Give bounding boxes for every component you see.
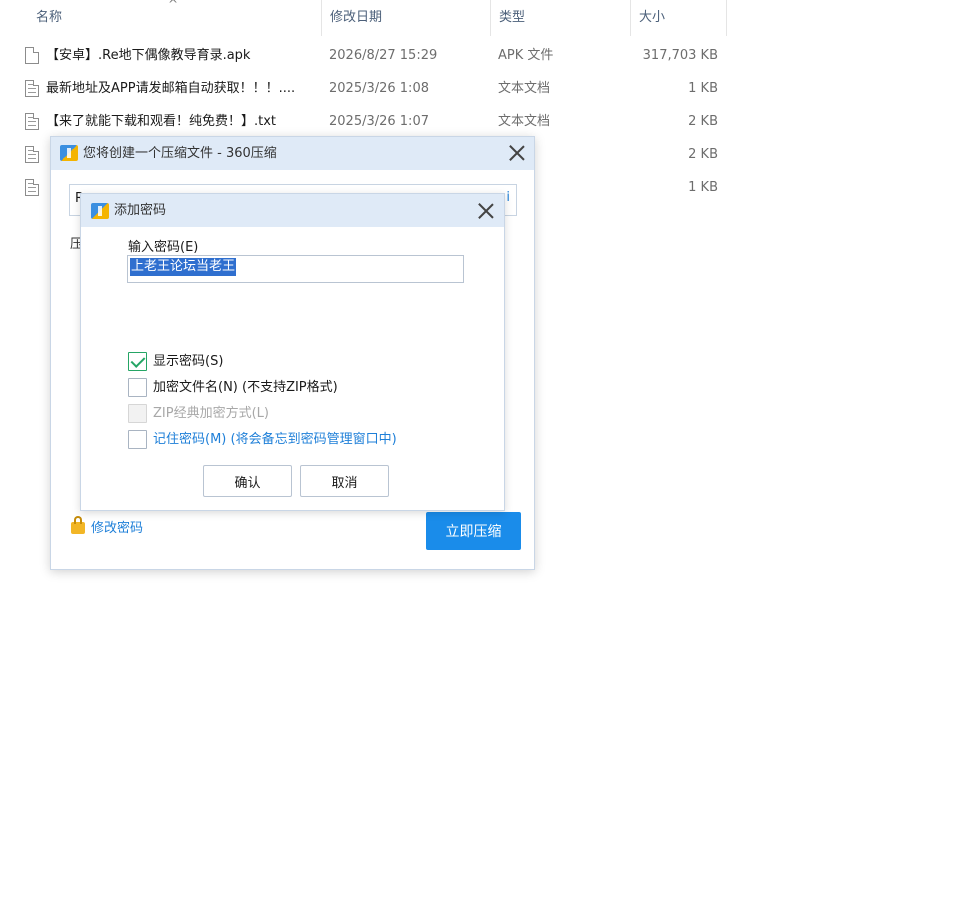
zip-classic-encryption-label: ZIP经典加密方式(L) xyxy=(153,406,269,421)
file-name: 【来了就能下载和观看！纯免费！】.txt xyxy=(46,114,277,129)
file-row[interactable]: 【来了就能下载和观看！纯免费！】.txt 2025/3/26 1:07 文本文档… xyxy=(0,105,728,138)
column-header-name[interactable]: 名称 xyxy=(28,0,322,36)
remember-password-label: 记住密码(M) (将会备忘到密码管理窗口中) xyxy=(153,432,397,447)
password-value: 上老王论坛当老王 xyxy=(130,258,237,276)
file-size: 2 KB xyxy=(688,147,718,162)
file-size: 1 KB xyxy=(688,180,718,195)
lock-icon xyxy=(71,516,85,534)
file-type: APK 文件 xyxy=(498,48,554,63)
file-date: 2025/3/26 1:07 xyxy=(329,114,429,129)
file-size: 317,703 KB xyxy=(642,48,718,63)
file-row[interactable]: 【安卓】.Re地下偶像教导育录.apk 2026/8/27 15:29 APK … xyxy=(0,39,728,72)
file-name: 最新地址及APP请发邮箱自动获取！！！.... xyxy=(46,81,296,96)
show-password-label: 显示密码(S) xyxy=(153,354,224,369)
text-file-icon xyxy=(25,179,39,196)
cancel-button[interactable]: 取消 xyxy=(300,465,389,497)
zip-classic-encryption-checkbox xyxy=(128,404,147,423)
360zip-app-icon xyxy=(60,145,78,161)
column-header-type[interactable]: 类型 xyxy=(491,0,631,36)
add-password-dialog: 添加密码 输入密码(E) 上老王论坛当老王 显示密码(S) 加密文件名(N) (… xyxy=(80,193,505,511)
change-password-link[interactable]: 修改密码 xyxy=(69,516,144,541)
text-file-icon xyxy=(25,80,39,97)
text-file-icon xyxy=(25,113,39,130)
remember-password-option[interactable]: 记住密码(M) (将会备忘到密码管理窗口中) xyxy=(128,430,397,450)
add-password-title: 添加密码 xyxy=(114,203,167,218)
column-header-date[interactable]: 修改日期 xyxy=(322,0,491,36)
close-icon[interactable] xyxy=(476,201,496,221)
encrypt-filenames-option[interactable]: 加密文件名(N) (不支持ZIP格式) xyxy=(128,378,338,398)
text-file-icon xyxy=(25,146,39,163)
add-password-titlebar[interactable]: 添加密码 xyxy=(81,194,504,227)
zip-classic-encryption-option: ZIP经典加密方式(L) xyxy=(128,404,269,424)
remember-password-checkbox[interactable] xyxy=(128,430,147,449)
encrypt-filenames-checkbox[interactable] xyxy=(128,378,147,397)
password-input[interactable]: 上老王论坛当老王 xyxy=(127,255,464,283)
close-icon[interactable] xyxy=(507,143,527,163)
blank-file-icon xyxy=(25,47,39,64)
password-input-label: 输入密码(E) xyxy=(128,240,199,255)
compress-dialog-titlebar[interactable]: 您将创建一个压缩文件 - 360压缩 xyxy=(51,137,534,170)
file-row[interactable]: 最新地址及APP请发邮箱自动获取！！！.... 2025/3/26 1:08 文… xyxy=(0,72,728,105)
browse-button[interactable]: i xyxy=(506,190,510,205)
compress-dialog-title: 您将创建一个压缩文件 - 360压缩 xyxy=(83,146,277,161)
show-password-option[interactable]: 显示密码(S) xyxy=(128,352,223,372)
compress-now-button[interactable]: 立即压缩 xyxy=(426,512,521,550)
change-password-label: 修改密码 xyxy=(91,521,144,536)
file-type: 文本文档 xyxy=(498,81,551,96)
column-header-size[interactable]: 大小 xyxy=(631,0,727,36)
360zip-app-icon xyxy=(91,203,109,219)
file-name: 【安卓】.Re地下偶像教导育录.apk xyxy=(46,48,251,63)
encrypt-filenames-label: 加密文件名(N) (不支持ZIP格式) xyxy=(153,380,338,395)
file-type: 文本文档 xyxy=(498,114,551,129)
file-size: 2 KB xyxy=(688,114,718,129)
file-date: 2025/3/26 1:08 xyxy=(329,81,429,96)
show-password-checkbox[interactable] xyxy=(128,352,147,371)
confirm-button[interactable]: 确认 xyxy=(203,465,292,497)
file-date: 2026/8/27 15:29 xyxy=(329,48,438,63)
file-size: 1 KB xyxy=(688,81,718,96)
